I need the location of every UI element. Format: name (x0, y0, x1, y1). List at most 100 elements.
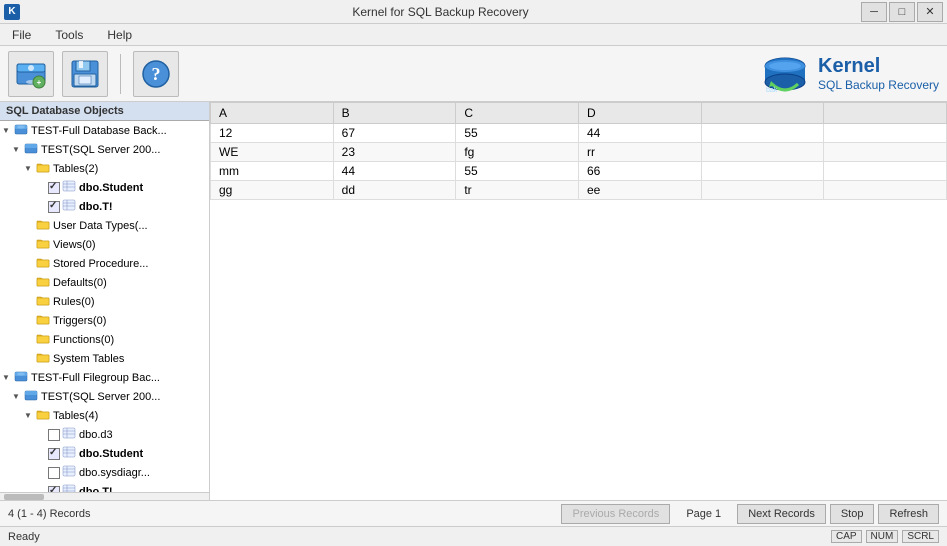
tree-item[interactable]: ✓dbo.Student (0, 178, 209, 197)
menu-file[interactable]: File (4, 26, 39, 44)
table-cell-empty (824, 143, 947, 162)
expand-icon[interactable]: ▼ (2, 373, 14, 382)
tree-item-label: Defaults(0) (53, 277, 107, 289)
records-info: 4 (1 - 4) Records (8, 508, 91, 520)
table-checkbox-icon[interactable]: ✓ (48, 182, 60, 194)
tree-item[interactable]: Functions(0) (0, 330, 209, 349)
save-button[interactable] (62, 51, 108, 97)
menu-tools[interactable]: Tools (47, 26, 91, 44)
table-row[interactable]: 12675544 (211, 124, 947, 143)
menubar: File Tools Help (0, 24, 947, 46)
logo-text-container: Kernel SQL Backup Recovery (818, 55, 939, 92)
close-button[interactable]: ✕ (917, 2, 943, 22)
app-icon: K (4, 4, 20, 20)
tree-item[interactable]: ▼TEST(SQL Server 200... (0, 387, 209, 406)
table-cell: 12 (211, 124, 334, 143)
table-icon (62, 464, 76, 481)
folder-icon (36, 255, 50, 272)
table-checkbox-icon[interactable]: ✓ (48, 486, 60, 493)
scrollbar-thumb[interactable] (4, 494, 44, 500)
folder-icon (36, 160, 50, 177)
refresh-button[interactable]: Refresh (878, 504, 939, 524)
expand-icon[interactable]: ▼ (12, 145, 24, 154)
tree-item-label: dbo.sysdiagr... (79, 467, 150, 479)
tree-item[interactable]: ▼ TEST(SQL Server 200... (0, 140, 209, 159)
data-table[interactable]: ABCD 12675544WE23fgrrmm445566ggddtree (210, 102, 947, 500)
tree-item[interactable]: dbo.d3 (0, 425, 209, 444)
table-checkbox-icon[interactable] (48, 467, 60, 479)
tree-item[interactable]: Defaults(0) (0, 273, 209, 292)
tree-item[interactable]: ▼TEST-Full Database Back... (0, 121, 209, 140)
expand-icon[interactable]: ▼ (24, 164, 36, 173)
tree-item-label: TEST(SQL Server 200... (41, 144, 160, 156)
tree-item[interactable]: Triggers(0) (0, 311, 209, 330)
table-cell: 44 (333, 162, 456, 181)
table-row[interactable]: WE23fgrr (211, 143, 947, 162)
table-cell: 23 (333, 143, 456, 162)
column-header-empty (824, 103, 947, 124)
tree-item[interactable]: ✓dbo.T! (0, 482, 209, 492)
tree-item-label: Triggers(0) (53, 315, 106, 327)
folder-icon (36, 312, 50, 329)
table-checkbox-icon[interactable]: ✓ (48, 201, 60, 213)
server-icon (24, 141, 38, 158)
tree-item[interactable]: Rules(0) (0, 292, 209, 311)
folder-icon (36, 293, 50, 310)
status-indicators: CAP NUM SCRL (831, 530, 939, 543)
tree-item[interactable]: ▼Tables(4) (0, 406, 209, 425)
tree-item[interactable]: ✓dbo.Student (0, 444, 209, 463)
table-cell-empty (701, 162, 824, 181)
window-controls: ─ □ ✕ (861, 2, 943, 22)
num-indicator: NUM (866, 530, 899, 543)
tree-item-label: TEST-Full Filegroup Bac... (31, 372, 160, 384)
tree-item[interactable]: ▼Tables(2) (0, 159, 209, 178)
maximize-button[interactable]: □ (889, 2, 915, 22)
expand-icon[interactable]: ▼ (12, 392, 24, 401)
folder-icon (36, 274, 50, 291)
stop-button[interactable]: Stop (830, 504, 875, 524)
tree-item-label: User Data Types(... (53, 220, 148, 232)
logo-brand: Kernel (818, 55, 939, 78)
tree-item[interactable]: Stored Procedure... (0, 254, 209, 273)
table-checkbox-icon[interactable] (48, 429, 60, 441)
svg-text:bak: bak (766, 87, 778, 94)
table-cell: 55 (456, 124, 579, 143)
tree-item[interactable]: ▼ TEST-Full Filegroup Bac... (0, 368, 209, 387)
tree-item-label: dbo.d3 (79, 429, 113, 441)
column-header: C (456, 103, 579, 124)
table-cell-empty (824, 162, 947, 181)
expand-icon[interactable]: ▼ (24, 411, 36, 420)
table-cell-empty (701, 124, 824, 143)
folder-icon (36, 217, 50, 234)
help-button[interactable]: ? (133, 51, 179, 97)
svg-text:?: ? (152, 64, 161, 84)
table-row[interactable]: ggddtree (211, 181, 947, 200)
tree-header: SQL Database Objects (0, 102, 209, 121)
open-db-button[interactable]: + (8, 51, 54, 97)
tree-body[interactable]: ▼TEST-Full Database Back...▼TEST(SQL Ser… (0, 121, 209, 492)
tree-item-label: Rules(0) (53, 296, 95, 308)
tree-item[interactable]: Views(0) (0, 235, 209, 254)
horizontal-scrollbar[interactable] (0, 492, 209, 500)
logo: bak Kernel SQL Backup Recovery (760, 52, 939, 96)
tree-item[interactable]: ✓dbo.T! (0, 197, 209, 216)
tree-item-label: System Tables (53, 353, 124, 365)
expand-icon[interactable]: ▼ (2, 126, 14, 135)
minimize-button[interactable]: ─ (861, 2, 887, 22)
table-icon (62, 198, 76, 215)
tree-item[interactable]: System Tables (0, 349, 209, 368)
tree-item[interactable]: dbo.sysdiagr... (0, 463, 209, 482)
table-row[interactable]: mm445566 (211, 162, 947, 181)
next-records-button[interactable]: Next Records (737, 504, 826, 524)
tree-item[interactable]: User Data Types(... (0, 216, 209, 235)
menu-help[interactable]: Help (99, 26, 140, 44)
column-header-empty (701, 103, 824, 124)
table-cell-empty (824, 181, 947, 200)
titlebar: K Kernel for SQL Backup Recovery ─ □ ✕ (0, 0, 947, 24)
previous-records-button[interactable]: Previous Records (561, 504, 670, 524)
table-cell: 55 (456, 162, 579, 181)
folder-icon (36, 350, 50, 367)
table-icon (62, 483, 76, 492)
tree-panel: SQL Database Objects ▼TEST-Full Database… (0, 102, 210, 500)
table-checkbox-icon[interactable]: ✓ (48, 448, 60, 460)
